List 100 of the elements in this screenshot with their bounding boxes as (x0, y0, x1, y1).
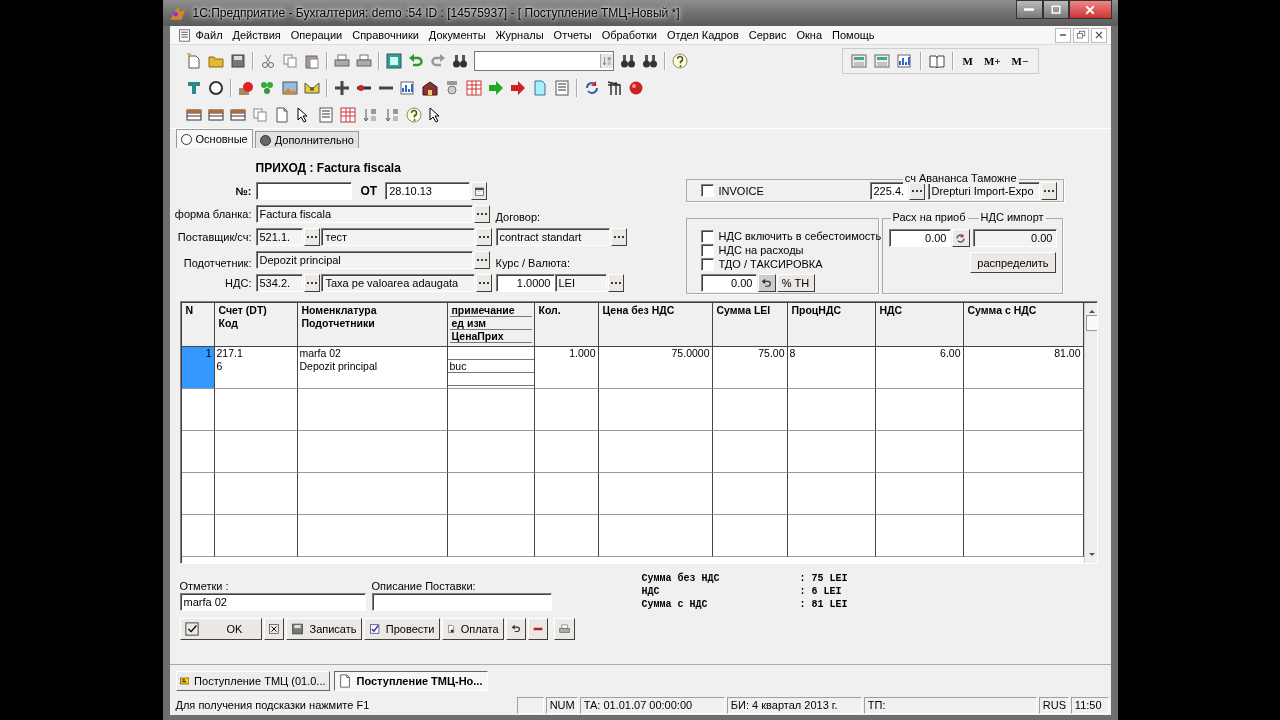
empty-table-cell[interactable] (534, 389, 599, 431)
undo-button[interactable] (505, 618, 526, 640)
empty-table-cell[interactable] (598, 389, 713, 431)
printer-icon[interactable] (333, 52, 350, 69)
calculator-icon[interactable] (873, 52, 890, 69)
house-icon[interactable] (421, 79, 438, 96)
plus-icon[interactable] (333, 79, 350, 96)
empty-table-cell[interactable] (297, 389, 448, 431)
empty-table-cell[interactable] (598, 515, 713, 557)
empty-table-cell[interactable] (963, 389, 1084, 431)
empty-table-cell[interactable] (297, 515, 448, 557)
binoculars-icon[interactable] (451, 52, 468, 69)
menu-item[interactable]: Справочники (347, 29, 424, 41)
empty-table-cell[interactable] (787, 431, 876, 473)
chart-icon[interactable] (399, 79, 416, 96)
window-tab[interactable]: Поступление ТМЦ (01.0... (175, 671, 330, 691)
empty-table-cell[interactable] (787, 473, 876, 515)
menu-item[interactable]: Журналы (490, 29, 549, 41)
refresh-button[interactable] (951, 229, 970, 247)
empty-table-cell[interactable] (787, 515, 876, 557)
percent-button[interactable]: % ТН (776, 274, 815, 292)
table-icon[interactable] (339, 106, 356, 123)
date-field[interactable]: 28.10.13 (385, 182, 471, 200)
delete-button[interactable] (527, 618, 548, 640)
text-field[interactable]: 0.00 (888, 229, 951, 247)
empty-table-cell[interactable] (598, 431, 713, 473)
cancel-button[interactable] (263, 618, 284, 640)
empty-table-cell[interactable] (214, 389, 298, 431)
text-field[interactable]: 0.00 (700, 274, 757, 292)
text-field[interactable]: тест (321, 228, 475, 246)
memory-button[interactable]: M (960, 54, 975, 67)
menu-item[interactable]: Операции (285, 29, 348, 41)
list-icon[interactable] (553, 79, 570, 96)
description-field[interactable] (371, 593, 552, 611)
chart-icon[interactable] (896, 52, 913, 69)
list-icon[interactable] (317, 106, 334, 123)
text-field[interactable]: Factura fiscala (255, 205, 473, 223)
text-field[interactable]: 1.0000 (495, 274, 555, 292)
empty-table-cell[interactable] (214, 515, 298, 557)
arrow-icon[interactable] (509, 79, 526, 96)
undo-button[interactable] (757, 274, 776, 292)
empty-table-cell[interactable] (447, 431, 535, 473)
empty-table-cell[interactable] (712, 515, 788, 557)
refresh-icon[interactable] (583, 79, 600, 96)
printer-icon[interactable] (355, 52, 372, 69)
arrow-icon[interactable] (487, 79, 504, 96)
checkbox[interactable] (700, 184, 714, 197)
text-field[interactable]: 0.00 (972, 229, 1057, 247)
empty-table-cell[interactable] (598, 473, 713, 515)
text-field[interactable]: 225.4. (869, 181, 908, 200)
text-field[interactable]: Taxa pe valoarea adaugata (321, 274, 475, 292)
empty-table-cell[interactable] (963, 431, 1084, 473)
menu-item[interactable]: Отдел Кадров (661, 29, 744, 41)
memory-button[interactable]: M− (1009, 54, 1031, 67)
menu-item[interactable]: Помощь (827, 29, 880, 41)
empty-table-cell[interactable] (875, 473, 964, 515)
text-field[interactable]: LEI (554, 274, 607, 292)
select-button[interactable] (1040, 181, 1057, 200)
tab[interactable]: Основные (175, 129, 253, 148)
undo-icon[interactable] (407, 52, 424, 69)
binoculars-icon[interactable] (619, 52, 636, 69)
image-icon[interactable] (281, 79, 298, 96)
binoculars-icon[interactable] (641, 52, 658, 69)
empty-table-cell[interactable] (712, 389, 788, 431)
text-field[interactable]: Drepturi Import-Expo (927, 181, 1040, 200)
empty-table-cell[interactable] (875, 515, 964, 557)
empty-table-cell[interactable] (181, 431, 215, 473)
empty-table-cell[interactable] (297, 431, 448, 473)
text-field[interactable]: 534.2. (255, 274, 303, 292)
text-field[interactable]: contract standart (495, 228, 610, 246)
select-button[interactable] (473, 251, 490, 269)
select-button[interactable] (475, 274, 492, 292)
card-icon[interactable] (385, 52, 402, 69)
menu-item[interactable]: Отчеты (548, 29, 597, 41)
empty-table-cell[interactable] (181, 515, 215, 557)
tree-icon[interactable] (259, 79, 276, 96)
menu-item[interactable]: Файл (190, 29, 228, 41)
table-icon[interactable] (465, 79, 482, 96)
number-field[interactable] (255, 182, 352, 200)
notes-field[interactable]: marfa 02 (179, 593, 366, 611)
checkbox[interactable] (700, 229, 714, 243)
select-button[interactable] (475, 228, 492, 246)
empty-table-cell[interactable] (534, 515, 599, 557)
select-button[interactable] (303, 274, 320, 292)
select-button[interactable] (473, 205, 490, 223)
rows-icon[interactable] (185, 106, 202, 123)
empty-table-cell[interactable] (875, 389, 964, 431)
clipboard-icon[interactable] (303, 52, 320, 69)
empty-table-cell[interactable] (447, 473, 535, 515)
select-button[interactable] (607, 274, 624, 292)
menu-item[interactable]: Окна (791, 29, 828, 41)
restore-button[interactable] (1072, 27, 1089, 43)
menu-item[interactable]: Документы (423, 29, 491, 41)
select-button[interactable] (303, 228, 320, 246)
empty-table-cell[interactable] (214, 431, 298, 473)
minimize-button[interactable] (1015, 0, 1043, 19)
menu-item[interactable]: Сервис (743, 29, 792, 41)
payment-button[interactable]: Оплата (441, 618, 504, 640)
ok-button[interactable]: OK (179, 618, 262, 640)
document-icon[interactable] (273, 106, 290, 123)
